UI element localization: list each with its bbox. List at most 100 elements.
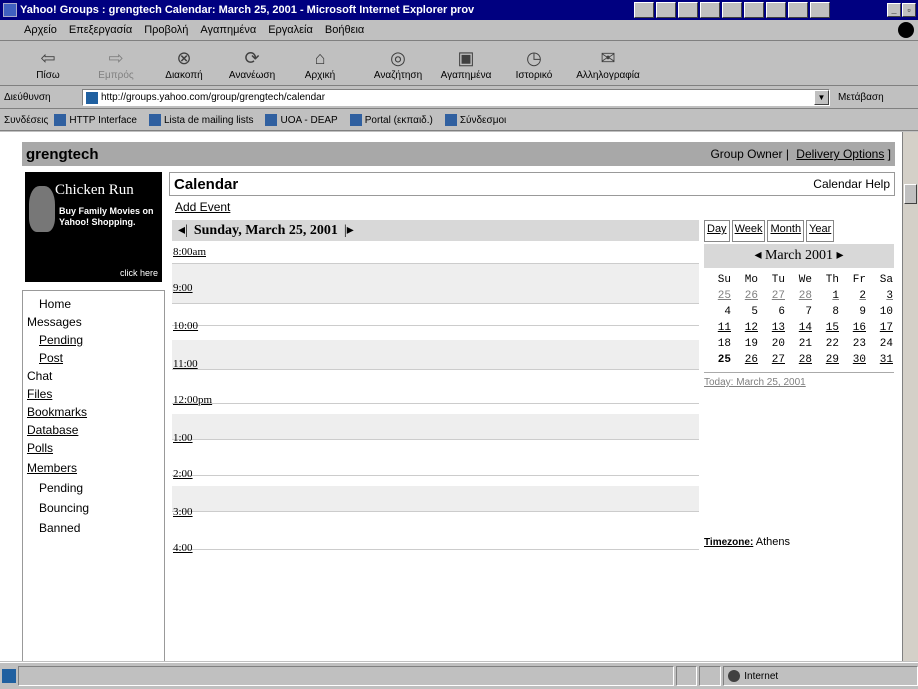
next-day-icon[interactable]: |▸	[344, 222, 354, 239]
day-link[interactable]: 28	[785, 290, 812, 306]
sidebar-item-banned[interactable]: Banned	[39, 521, 80, 535]
timezone-label[interactable]: Timezone:	[704, 537, 753, 548]
day-link[interactable]: 24	[866, 338, 893, 354]
tray-icon[interactable]	[788, 2, 808, 18]
day-link[interactable]: 18	[704, 338, 731, 354]
menu-favorites[interactable]: Αγαπημένα	[200, 24, 256, 36]
tray-icon[interactable]	[700, 2, 720, 18]
day-link[interactable]: 23	[839, 338, 866, 354]
vertical-scrollbar[interactable]	[902, 132, 918, 661]
day-link[interactable]: 3	[866, 290, 893, 306]
day-link[interactable]: 8	[812, 306, 839, 322]
day-link[interactable]: 25	[704, 354, 731, 370]
ad-banner[interactable]: Chicken Run Buy Family Movies on Yahoo! …	[25, 172, 162, 282]
ad-click-link[interactable]: click here	[120, 268, 158, 278]
next-month-icon[interactable]: ▸	[837, 248, 844, 263]
time-slot[interactable]: 11:00	[172, 354, 699, 376]
tray-icon[interactable]	[766, 2, 786, 18]
day-link[interactable]: 29	[812, 354, 839, 370]
sidebar-item-bookmarks[interactable]: Bookmarks	[27, 405, 87, 419]
scrollbar-thumb[interactable]	[904, 184, 917, 204]
sidebar-item-members-pending[interactable]: Pending	[39, 481, 83, 495]
day-link[interactable]: 14	[785, 322, 812, 338]
day-link[interactable]: 20	[758, 338, 785, 354]
history-button[interactable]: ◷ Ιστορικό	[500, 42, 568, 86]
day-link[interactable]: 26	[731, 354, 758, 370]
group-owner-link[interactable]: Group Owner	[710, 147, 782, 161]
back-button[interactable]: ⇦ Πίσω	[14, 42, 82, 86]
favorites-button[interactable]: ▣ Αγαπημένα	[432, 42, 500, 86]
day-link[interactable]: 22	[812, 338, 839, 354]
calendar-help-link[interactable]: Calendar Help	[813, 177, 890, 191]
link-item[interactable]: Lista de mailing lists	[148, 114, 253, 126]
home-button[interactable]: ⌂ Αρχική	[286, 42, 354, 86]
day-link[interactable]: 25	[704, 290, 731, 306]
tab-week[interactable]: Week	[731, 220, 766, 242]
menu-view[interactable]: Προβολή	[144, 24, 188, 36]
sidebar-item-messages[interactable]: Messages	[27, 315, 82, 329]
tray-icon[interactable]	[722, 2, 742, 18]
day-link[interactable]: 4	[704, 306, 731, 322]
sidebar-item-pending[interactable]: Pending	[39, 333, 83, 347]
search-button[interactable]: ◎ Αναζήτηση	[364, 42, 432, 86]
day-link[interactable]: 30	[839, 354, 866, 370]
time-slot[interactable]: 1:00	[172, 428, 699, 450]
day-link[interactable]: 7	[785, 306, 812, 322]
go-button[interactable]: Μετάβαση	[838, 92, 884, 103]
delivery-options-link[interactable]: Delivery Options	[796, 147, 884, 161]
day-link[interactable]: 9	[839, 306, 866, 322]
day-link[interactable]: 27	[758, 290, 785, 306]
day-link[interactable]: 12	[731, 322, 758, 338]
time-slot[interactable]: 2:00	[172, 464, 699, 486]
day-link[interactable]: 16	[839, 322, 866, 338]
link-item[interactable]: UOA - DEAP	[265, 114, 338, 126]
day-link[interactable]: 1	[812, 290, 839, 306]
sidebar-item-home[interactable]: Home	[39, 297, 71, 311]
menu-tools[interactable]: Εργαλεία	[268, 24, 313, 36]
time-slot[interactable]: 4:00	[172, 538, 699, 560]
sidebar-item-polls[interactable]: Polls	[27, 441, 53, 455]
day-link[interactable]: 2	[839, 290, 866, 306]
minimize-icon[interactable]: _	[887, 3, 901, 17]
tray-icon[interactable]	[634, 2, 654, 18]
day-link[interactable]: 28	[785, 354, 812, 370]
menu-file[interactable]: Αρχείο	[24, 24, 57, 36]
link-item[interactable]: Σύνδεσμοι	[444, 114, 506, 126]
time-slot[interactable]: 9:00	[172, 278, 699, 300]
sidebar-item-files[interactable]: Files	[27, 387, 52, 401]
tray-icon[interactable]	[744, 2, 764, 18]
refresh-button[interactable]: ⟳ Ανανέωση	[218, 42, 286, 86]
time-slot[interactable]: 3:00	[172, 502, 699, 524]
prev-month-icon[interactable]: ◂	[754, 248, 761, 263]
link-item[interactable]: Portal (εκπαιδ.)	[349, 114, 433, 126]
day-link[interactable]: 31	[866, 354, 893, 370]
tray-icon[interactable]	[678, 2, 698, 18]
link-item[interactable]: HTTP Interface	[54, 114, 137, 126]
menu-help[interactable]: Βοήθεια	[325, 24, 364, 36]
forward-button[interactable]: ⇨ Εμπρός	[82, 42, 150, 86]
sidebar-item-database[interactable]: Database	[27, 423, 78, 437]
day-link[interactable]: 15	[812, 322, 839, 338]
day-link[interactable]: 19	[731, 338, 758, 354]
day-link[interactable]: 5	[731, 306, 758, 322]
add-event-link[interactable]: Add Event	[175, 200, 230, 214]
day-link[interactable]: 17	[866, 322, 893, 338]
time-slot[interactable]: 12:00pm	[172, 390, 699, 412]
tab-year[interactable]: Year	[806, 220, 835, 242]
tab-day[interactable]: Day	[704, 220, 730, 242]
address-input[interactable]: http://groups.yahoo.com/group/grengtech/…	[82, 89, 830, 106]
tray-icon[interactable]	[656, 2, 676, 18]
sidebar-item-post[interactable]: Post	[39, 351, 63, 365]
time-slot[interactable]: 10:00	[172, 316, 699, 338]
maximize-icon[interactable]: ▫	[902, 3, 916, 17]
day-link[interactable]: 10	[866, 306, 893, 322]
day-link[interactable]: 13	[758, 322, 785, 338]
day-link[interactable]: 27	[758, 354, 785, 370]
menu-edit[interactable]: Επεξεργασία	[69, 24, 132, 36]
sidebar-item-bouncing[interactable]: Bouncing	[39, 501, 89, 515]
mail-button[interactable]: ✉ Αλληλογραφία	[568, 42, 648, 86]
today-link[interactable]: Today: March 25, 2001	[704, 372, 894, 392]
chevron-down-icon[interactable]: ▼	[814, 90, 829, 105]
time-slot[interactable]: 8:00am	[172, 242, 699, 264]
tab-month[interactable]: Month	[767, 220, 805, 242]
